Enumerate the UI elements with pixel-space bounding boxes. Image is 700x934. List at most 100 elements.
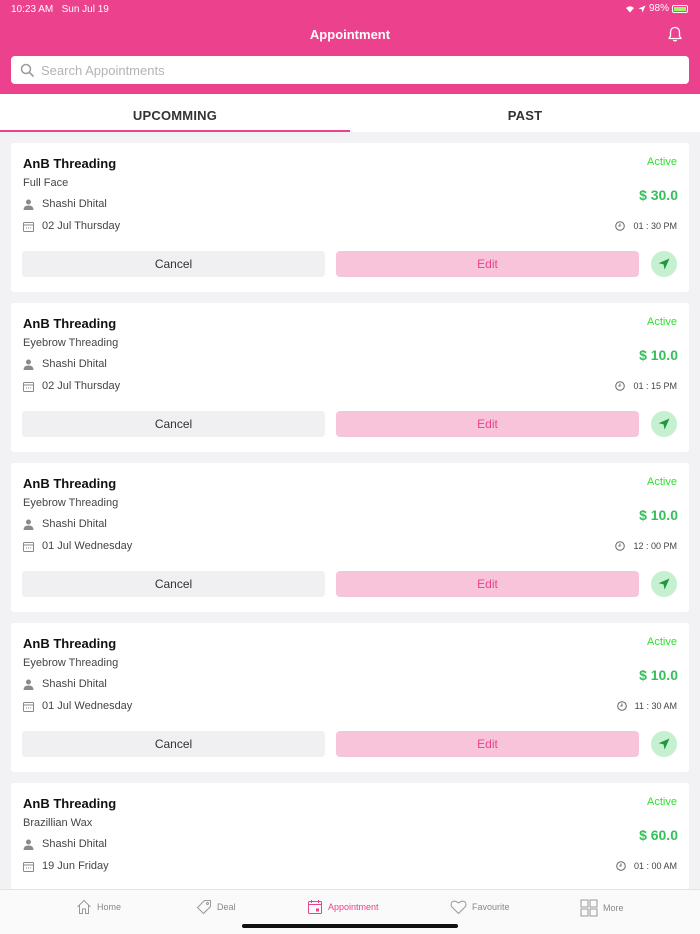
directions-button[interactable] [651,411,677,437]
tab-appointment[interactable]: Appointment [307,899,379,915]
time-row: 12 : 00 PM [615,541,677,551]
appointment-card: AnB Threading Eyebrow Threading Shashi D… [11,623,689,772]
appointment-list: AnB Threading Full Face Shashi Dhital 02… [11,143,689,914]
search-bar[interactable] [11,56,689,84]
directions-button[interactable] [651,571,677,597]
status-label: Active [647,156,677,168]
shop-name: AnB Threading [23,156,117,171]
date-row: 01 Jul Wednesday [23,700,132,712]
status-label: Active [647,476,677,488]
staff-name: Shashi Dhital [42,358,107,370]
cancel-button[interactable]: Cancel [22,731,325,757]
segment-tabs: UPCOMMING PAST [0,94,700,132]
wifi-icon [625,5,634,12]
person-icon [23,199,34,210]
price-label: $ 10.0 [639,507,678,523]
service-name: Eyebrow Threading [23,337,119,349]
staff-row: Shashi Dhital [23,678,107,690]
staff-row: Shashi Dhital [23,838,107,850]
appointment-time: 11 : 30 AM [634,701,677,711]
person-icon [23,839,34,850]
status-time: 10:23 AM Sun Jul 19 [11,4,109,15]
tag-icon [196,900,211,915]
staff-row: Shashi Dhital [23,358,107,370]
clock-icon [615,541,626,551]
cancel-button[interactable]: Cancel [22,411,325,437]
cancel-button[interactable]: Cancel [22,251,325,277]
status-bar: 10:23 AM Sun Jul 19 98% [0,0,700,18]
status-indicators: 98% [625,3,688,14]
tab-favourite[interactable]: Favourite [450,899,510,915]
clock-icon [615,381,626,391]
tab-home-label: Home [97,902,122,912]
tab-more[interactable]: More [580,899,624,917]
time-row: 01 : 30 PM [615,221,677,231]
person-icon [23,679,34,690]
price-label: $ 10.0 [639,347,678,363]
edit-button[interactable]: Edit [336,411,639,437]
staff-name: Shashi Dhital [42,838,107,850]
appointment-date: 01 Jul Wednesday [42,540,133,552]
time-row: 01 : 00 AM [616,861,677,871]
search-input[interactable] [41,57,689,83]
battery-icon [672,4,688,13]
clock-icon [615,221,626,231]
appointment-card: AnB Threading Brazillian Wax Shashi Dhit… [11,783,689,903]
edit-button[interactable]: Edit [336,251,639,277]
shop-name: AnB Threading [23,476,117,491]
tab-more-label: More [603,903,624,913]
app-header: 10:23 AM Sun Jul 19 98% Appointment [0,0,700,94]
price-label: $ 30.0 [639,187,678,203]
appointment-time: 01 : 00 AM [633,861,677,871]
calendar-icon [23,541,34,552]
staff-row: Shashi Dhital [23,518,107,530]
service-name: Full Face [23,177,69,189]
directions-button[interactable] [651,731,677,757]
tab-upcoming[interactable]: UPCOMMING [0,94,350,132]
home-indicator [242,924,458,928]
staff-name: Shashi Dhital [42,678,107,690]
date-row: 02 Jul Thursday [23,380,120,392]
cancel-button[interactable]: Cancel [22,571,325,597]
calendar-icon [23,861,34,872]
edit-button[interactable]: Edit [336,731,639,757]
tab-home[interactable]: Home [76,899,121,915]
shop-name: AnB Threading [23,636,117,651]
tab-past[interactable]: PAST [350,94,700,132]
tab-favourite-label: Favourite [472,902,510,912]
location-arrow-icon [638,5,646,12]
grid-icon [580,899,598,917]
appointment-card: AnB Threading Eyebrow Threading Shashi D… [11,463,689,612]
time-row: 01 : 15 PM [615,381,677,391]
appointment-date: 02 Jul Thursday [42,380,121,392]
bell-icon[interactable] [666,25,684,43]
staff-name: Shashi Dhital [42,198,107,210]
calendar-icon [23,701,34,712]
directions-button[interactable] [651,251,677,277]
price-label: $ 10.0 [639,667,678,683]
tab-deal[interactable]: Deal [196,899,236,915]
service-name: Eyebrow Threading [23,657,119,669]
status-label: Active [647,636,677,648]
appointment-time: 01 : 15 PM [633,381,677,391]
battery-percent: 98% [648,3,669,14]
appointment-time: 01 : 30 PM [633,221,677,231]
page-title: Appointment [309,27,391,42]
tab-deal-label: Deal [217,902,236,912]
person-icon [23,519,34,530]
time-row: 11 : 30 AM [616,701,677,711]
navigation-arrow-icon [658,418,670,430]
appointment-date: 19 Jun Friday [42,860,109,872]
calendar-icon [23,381,34,392]
service-name: Eyebrow Threading [23,497,119,509]
appointment-card: AnB Threading Eyebrow Threading Shashi D… [11,303,689,452]
date-row: 01 Jul Wednesday [23,540,132,552]
shop-name: AnB Threading [23,316,117,331]
appointment-date: 02 Jul Thursday [42,220,121,232]
tab-appointment-label: Appointment [328,902,379,912]
service-name: Brazillian Wax [23,817,93,829]
edit-button[interactable]: Edit [336,571,639,597]
navigation-arrow-icon [658,578,670,590]
clock-icon [616,701,627,711]
person-icon [23,359,34,370]
